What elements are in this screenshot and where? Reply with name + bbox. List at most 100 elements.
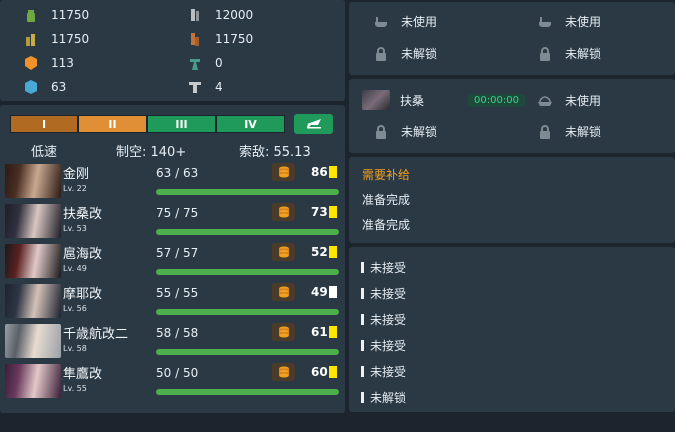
quest-item[interactable]: 未接受 bbox=[361, 285, 406, 302]
ship-hp: 57 / 57 bbox=[156, 246, 199, 260]
tab-fleet-4[interactable]: IV bbox=[216, 115, 285, 133]
quest-indicator bbox=[361, 340, 364, 351]
quest-indicator bbox=[361, 366, 364, 377]
resource-item: 11750 bbox=[23, 31, 89, 47]
ship-hp: 58 / 58 bbox=[156, 326, 199, 340]
tab-fleet-1[interactable]: I bbox=[10, 115, 78, 133]
supply-icon bbox=[272, 163, 295, 181]
resource-value: 113 bbox=[51, 56, 74, 70]
fleet-status-3: 准备完成 bbox=[362, 218, 411, 232]
quest-item[interactable]: 未解锁 bbox=[361, 389, 406, 406]
ship-hp-bar bbox=[156, 189, 339, 195]
ship-row[interactable]: 扈海改 Lv. 49 57 / 57 52 bbox=[3, 243, 345, 281]
instant-repair-icon bbox=[23, 55, 39, 71]
ship-row[interactable]: 金刚 Lv. 22 63 / 63 86 bbox=[3, 163, 345, 201]
construction-dock-status: 未解锁 bbox=[401, 125, 438, 139]
lock-icon bbox=[537, 46, 553, 62]
supply-icon bbox=[272, 243, 295, 261]
quest-indicator bbox=[361, 262, 364, 273]
ship-hp: 75 / 75 bbox=[156, 206, 199, 220]
resource-value: 12000 bbox=[215, 8, 254, 22]
resource-value: 0 bbox=[215, 56, 223, 70]
ship-avatar bbox=[5, 164, 61, 198]
condition-indicator bbox=[329, 246, 337, 258]
fuel-icon bbox=[23, 7, 39, 23]
resource-item: 11750 bbox=[187, 31, 253, 47]
repair-dock-1[interactable]: 未使用 bbox=[373, 13, 437, 30]
quest-label: 未接受 bbox=[370, 287, 407, 301]
ship-hull-icon bbox=[537, 93, 553, 109]
quest-indicator bbox=[361, 392, 364, 403]
resource-item: 11750 bbox=[23, 7, 89, 23]
ship-name: 千歳航改二 bbox=[63, 327, 129, 342]
ship-condition: 73 bbox=[311, 205, 328, 219]
lock-icon bbox=[537, 124, 553, 140]
quest-item[interactable]: 未接受 bbox=[361, 259, 406, 276]
construction-dock-2[interactable]: 未使用 bbox=[537, 92, 601, 109]
ship-hp-bar bbox=[156, 309, 339, 315]
ship-level: Lv. 56 bbox=[63, 304, 87, 313]
ship-row[interactable]: 摩耶改 Lv. 56 55 / 55 49 bbox=[3, 283, 345, 321]
ship-row[interactable]: 隼鷹改 Lv. 55 50 / 50 60 bbox=[3, 363, 345, 401]
repair-dock-status: 未使用 bbox=[565, 15, 602, 29]
ship-condition: 52 bbox=[311, 245, 328, 259]
construction-dock-3: 未解锁 bbox=[373, 123, 437, 140]
ship-hp-bar bbox=[156, 229, 339, 235]
ship-condition: 49 bbox=[311, 285, 328, 299]
repair-dock-status: 未解锁 bbox=[401, 47, 438, 61]
lock-icon bbox=[373, 46, 389, 62]
lock-icon bbox=[373, 124, 389, 140]
fleet-status-2: 准备完成 bbox=[362, 193, 411, 207]
ship-level: Lv. 55 bbox=[63, 384, 87, 393]
construction-dock-1[interactable]: 扶桑 00:00:00 bbox=[362, 90, 525, 110]
ship-level: Lv. 53 bbox=[63, 224, 87, 233]
resource-value: 4 bbox=[215, 80, 223, 94]
bathtub-icon bbox=[537, 14, 553, 30]
tab-fleet-2[interactable]: II bbox=[78, 115, 147, 133]
ship-avatar bbox=[5, 324, 61, 358]
construction-dock-status: 未使用 bbox=[565, 94, 602, 108]
construction-dock-status: 未解锁 bbox=[565, 125, 602, 139]
ship-name: 扶桑改 bbox=[63, 207, 103, 222]
steel-icon bbox=[187, 7, 203, 23]
ship-level: Lv. 49 bbox=[63, 264, 87, 273]
ship-avatar bbox=[5, 284, 61, 318]
repair-dock-4: 未解锁 bbox=[537, 45, 601, 62]
repair-dock-status: 未使用 bbox=[401, 15, 438, 29]
resource-item: 0 bbox=[187, 55, 223, 71]
ammo-icon bbox=[23, 31, 39, 47]
fleet-los: 索敌: 55.13 bbox=[239, 145, 311, 160]
bauxite-icon bbox=[187, 31, 203, 47]
condition-indicator bbox=[329, 206, 337, 218]
ship-name: 隼鷹改 bbox=[63, 367, 103, 382]
ship-hp: 63 / 63 bbox=[156, 166, 199, 180]
quest-item[interactable]: 未接受 bbox=[361, 337, 406, 354]
construction-dock-4: 未解锁 bbox=[537, 123, 601, 140]
expedition-button[interactable] bbox=[294, 114, 333, 134]
quest-item[interactable]: 未接受 bbox=[361, 311, 406, 328]
airplane-icon bbox=[305, 117, 323, 132]
bathtub-icon bbox=[373, 14, 389, 30]
ship-row[interactable]: 扶桑改 Lv. 53 75 / 75 73 bbox=[3, 203, 345, 241]
improvement-material-icon bbox=[187, 79, 203, 95]
ship-hp-bar bbox=[156, 349, 339, 355]
quest-item[interactable]: 未接受 bbox=[361, 363, 406, 380]
tab-fleet-3[interactable]: III bbox=[147, 115, 216, 133]
construction-ship-name: 扶桑 bbox=[400, 93, 425, 108]
condition-indicator bbox=[329, 326, 337, 338]
ship-level: Lv. 22 bbox=[63, 184, 87, 193]
fleet-speed: 低速 bbox=[31, 145, 58, 160]
ship-avatar bbox=[5, 364, 61, 398]
resource-item: 4 bbox=[187, 79, 223, 95]
ship-level: Lv. 58 bbox=[63, 344, 87, 353]
ship-hp-bar bbox=[156, 269, 339, 275]
ship-avatar bbox=[362, 90, 390, 110]
resource-value: 11750 bbox=[215, 32, 254, 46]
ship-avatar bbox=[5, 244, 61, 278]
supply-icon bbox=[272, 363, 295, 381]
ship-condition: 61 bbox=[311, 325, 328, 339]
ship-row[interactable]: 千歳航改二 Lv. 58 58 / 58 61 bbox=[3, 323, 345, 361]
resource-value: 11750 bbox=[51, 32, 90, 46]
repair-dock-2[interactable]: 未使用 bbox=[537, 13, 601, 30]
ship-hp: 50 / 50 bbox=[156, 366, 199, 380]
